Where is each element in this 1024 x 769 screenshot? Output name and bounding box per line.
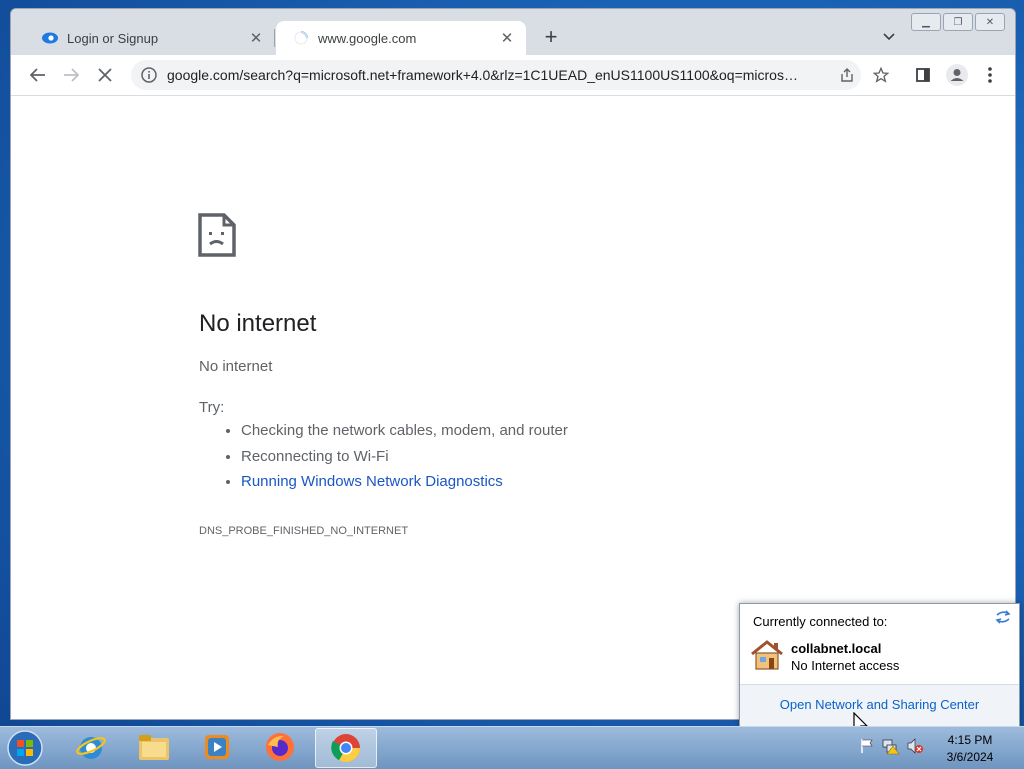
tab-google[interactable]: www.google.com ✕ [276, 21, 526, 55]
close-window-button[interactable]: ✕ [975, 13, 1005, 31]
stop-loading-button[interactable] [93, 63, 117, 87]
sad-document-icon [198, 213, 236, 262]
windows-explorer-icon[interactable] [126, 728, 182, 766]
tab-separator [274, 29, 275, 47]
tab-strip: Login or Signup ✕ www.google.com ✕ + ▁ ❐… [11, 9, 1015, 55]
window-controls: ▁ ❐ ✕ [911, 13, 1005, 31]
minimize-button[interactable]: ▁ [911, 13, 941, 31]
system-clock[interactable]: 4:15 PM 3/6/2024 [930, 732, 1010, 766]
clock-time: 4:15 PM [947, 733, 993, 747]
side-panel-icon[interactable] [911, 63, 935, 87]
clock-date: 3/6/2024 [946, 750, 994, 764]
back-button[interactable] [26, 63, 50, 87]
firefox-icon[interactable] [252, 728, 308, 766]
house-network-icon [750, 639, 784, 676]
browser-toolbar: google.com/search?q=microsoft.net+framew… [11, 55, 1015, 96]
suggestions-list: Checking the network cables, modem, and … [199, 418, 568, 495]
forward-button[interactable] [59, 63, 83, 87]
suggestion-item: Reconnecting to Wi-Fi [241, 444, 568, 470]
profile-avatar[interactable] [945, 63, 969, 87]
network-name: collabnet.local [791, 641, 882, 656]
network-warning-icon[interactable] [882, 737, 900, 755]
network-status: No Internet access [791, 658, 900, 673]
tab-label: www.google.com [318, 30, 417, 46]
share-icon[interactable] [837, 65, 857, 85]
internet-explorer-icon[interactable] [63, 728, 119, 766]
close-tab-icon[interactable]: ✕ [247, 29, 265, 47]
flyout-divider [740, 684, 1019, 685]
error-title: No internet [199, 310, 317, 337]
url-text[interactable]: google.com/search?q=microsoft.net+framew… [167, 67, 827, 83]
chrome-icon[interactable] [315, 728, 377, 768]
address-bar[interactable]: google.com/search?q=microsoft.net+framew… [131, 60, 861, 90]
try-label: Try: [199, 399, 225, 416]
close-tab-icon[interactable]: ✕ [498, 29, 516, 47]
error-code: DNS_PROBE_FINISHED_NO_INTERNET [199, 525, 409, 537]
speaker-muted-icon[interactable] [906, 737, 924, 755]
maximize-button[interactable]: ❐ [943, 13, 973, 31]
network-diagnostics-link[interactable]: Running Windows Network Diagnostics [241, 473, 503, 490]
suggestion-item: Running Windows Network Diagnostics [241, 469, 568, 495]
action-center-flag-icon[interactable] [858, 737, 876, 755]
tab-label: Login or Signup [67, 30, 159, 46]
error-subtitle: No internet [199, 358, 273, 375]
info-icon[interactable] [139, 65, 159, 85]
network-flyout: Currently connected to: collabnet.local … [739, 603, 1020, 727]
loading-spinner-icon [292, 29, 310, 47]
open-network-sharing-center-link[interactable]: Open Network and Sharing Center [740, 697, 1019, 712]
suggestion-item: Checking the network cables, modem, and … [241, 418, 568, 444]
blue-swirl-icon [41, 29, 59, 47]
refresh-networks-icon[interactable] [995, 610, 1011, 627]
menu-kebab-icon[interactable] [978, 63, 1002, 87]
bookmark-star-icon[interactable] [869, 63, 893, 87]
tab-login-signup[interactable]: Login or Signup ✕ [25, 21, 275, 55]
media-player-icon[interactable] [189, 728, 245, 766]
new-tab-button[interactable]: + [539, 24, 563, 49]
tab-search-chevron-icon[interactable] [879, 27, 899, 47]
start-button[interactable] [4, 728, 46, 768]
connected-header: Currently connected to: [753, 614, 888, 629]
taskbar: 4:15 PM 3/6/2024 [0, 726, 1024, 769]
